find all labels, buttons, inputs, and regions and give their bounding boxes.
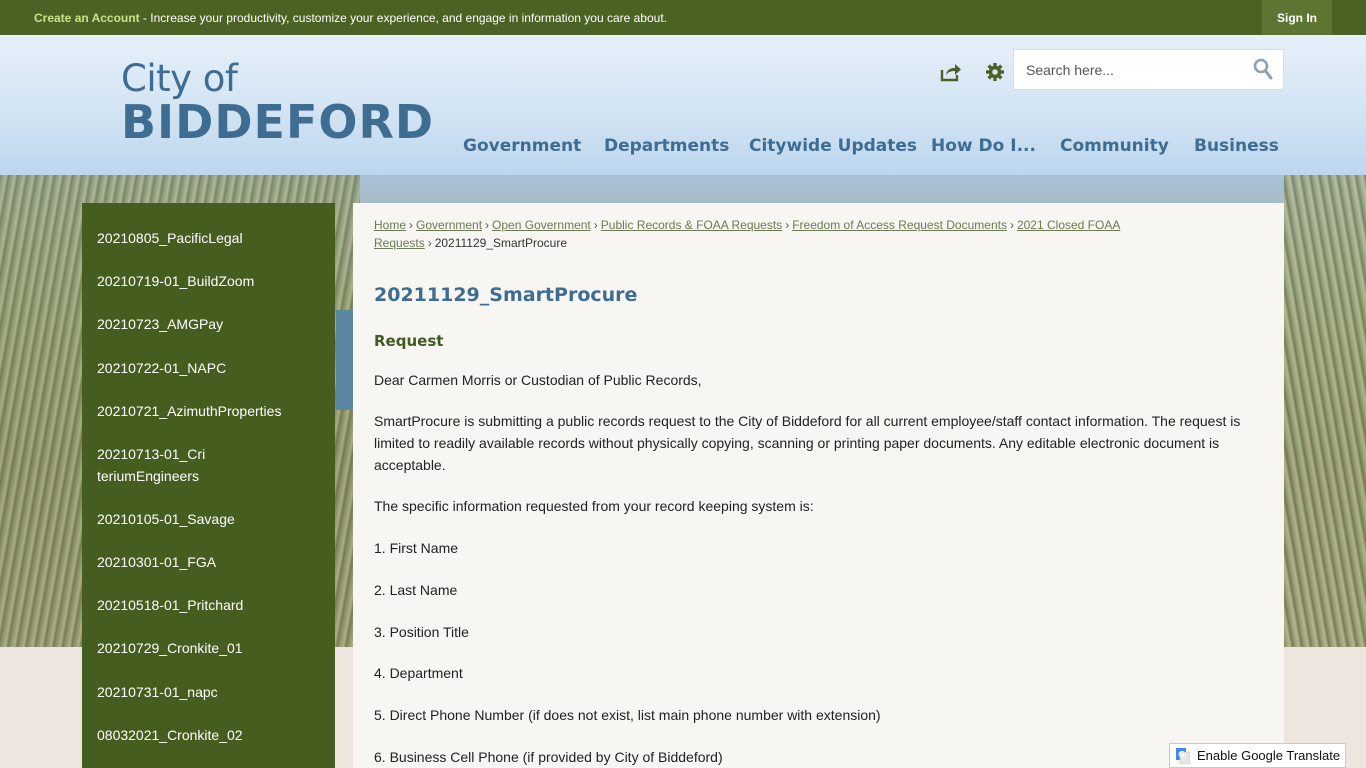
list-item: 6. Business Cell Phone (if provided by C… <box>374 749 723 765</box>
breadcrumb-separator: › <box>409 218 414 232</box>
paragraph: Dear Carmen Morris or Custodian of Publi… <box>374 372 702 388</box>
sidebar-item[interactable]: 20210713-01_CriteriumEngineers <box>97 443 207 487</box>
sidebar-item[interactable]: 20210723_AMGPay <box>97 313 322 335</box>
breadcrumb-separator: › <box>485 218 490 232</box>
account-message-text: - Increase your productivity, customize … <box>139 11 667 25</box>
breadcrumb-home[interactable]: Home <box>374 218 406 232</box>
paragraph: SmartProcure is submitting a public reco… <box>374 413 1241 473</box>
paragraph: The specific information requested from … <box>374 498 814 514</box>
breadcrumb-separator: › <box>427 236 432 250</box>
nav-business[interactable]: Business <box>1194 136 1279 160</box>
google-translate-widget[interactable]: G Enable Google Translate <box>1169 743 1346 768</box>
list-item: 4. Department <box>374 665 463 681</box>
search-icon[interactable] <box>1253 58 1273 80</box>
svg-text:G: G <box>1178 750 1185 759</box>
share-icon[interactable] <box>940 62 962 82</box>
breadcrumb-open-government[interactable]: Open Government <box>492 218 591 232</box>
breadcrumb: Home › Government › Open Government › Public R… <box>374 216 1164 252</box>
sidebar-nav: 20210805_PacificLegal 20210719-01_BuildZ… <box>82 203 335 768</box>
account-message: Create an Account - Increase your produc… <box>34 11 667 25</box>
breadcrumb-public-records[interactable]: Public Records & FOAA Requests <box>601 218 782 232</box>
sidebar-item[interactable]: 20210301-01_FGA <box>97 551 322 573</box>
list-item: 5. Direct Phone Number (if does not exis… <box>374 707 881 723</box>
logo-city-of[interactable]: City of <box>121 57 238 100</box>
logo-biddeford[interactable]: BIDDEFORD <box>121 95 434 149</box>
sidebar-item[interactable]: 20210729_Cronkite_01 <box>97 637 322 659</box>
page-title: 20211129_SmartProcure <box>374 284 638 306</box>
sign-in-button[interactable]: Sign In <box>1262 0 1332 35</box>
list-item: 1. First Name <box>374 540 459 556</box>
breadcrumb-government[interactable]: Government <box>416 218 482 232</box>
nav-citywide-updates[interactable]: Citywide Updates <box>749 136 917 160</box>
nav-community[interactable]: Community <box>1060 136 1169 160</box>
google-translate-icon: G <box>1176 747 1190 764</box>
breadcrumb-separator: › <box>593 218 598 232</box>
breadcrumb-foaa-documents[interactable]: Freedom of Access Request Documents <box>792 218 1007 232</box>
nav-departments[interactable]: Departments <box>604 136 729 160</box>
site-header: City of BIDDEFORD Government Departments… <box>0 35 1366 175</box>
search-box <box>1013 49 1284 90</box>
sidebar-item[interactable]: 20210722-01_NAPC <box>97 357 322 379</box>
sidebar-item[interactable]: 20210518-01_Pritchard <box>97 594 322 616</box>
search-input[interactable] <box>1026 50 1246 89</box>
account-bar: Create an Account - Increase your produc… <box>0 0 1366 35</box>
sidebar-item[interactable]: 08032021_Cronkite_02 <box>97 724 322 746</box>
sidebar-item[interactable]: 20210719-01_BuildZoom <box>97 270 322 292</box>
main-content: Home › Government › Open Government › Public R… <box>353 203 1284 768</box>
gear-icon[interactable] <box>985 62 1005 82</box>
list-item: 3. Position Title <box>374 624 469 640</box>
nav-how-do-i[interactable]: How Do I... <box>931 136 1036 160</box>
create-account-link[interactable]: Create an Account <box>34 11 140 25</box>
sidebar-item[interactable]: 20210731-01_napc <box>97 681 322 703</box>
sidebar-item[interactable]: 20210105-01_Savage <box>97 508 322 530</box>
translate-label: Enable Google Translate <box>1197 748 1341 763</box>
breadcrumb-separator: › <box>1009 218 1014 232</box>
sidebar-item[interactable]: 20210805_PacificLegal <box>97 227 322 249</box>
dune-grass-right <box>1284 175 1366 647</box>
sidebar-item[interactable]: 20210721_AzimuthProperties <box>97 400 322 422</box>
section-heading: Request <box>374 332 444 350</box>
nav-government[interactable]: Government <box>463 136 581 160</box>
breadcrumb-current: 20211129_SmartProcure <box>434 236 568 250</box>
list-item: 2. Last Name <box>374 582 458 598</box>
breadcrumb-separator: › <box>785 218 790 232</box>
